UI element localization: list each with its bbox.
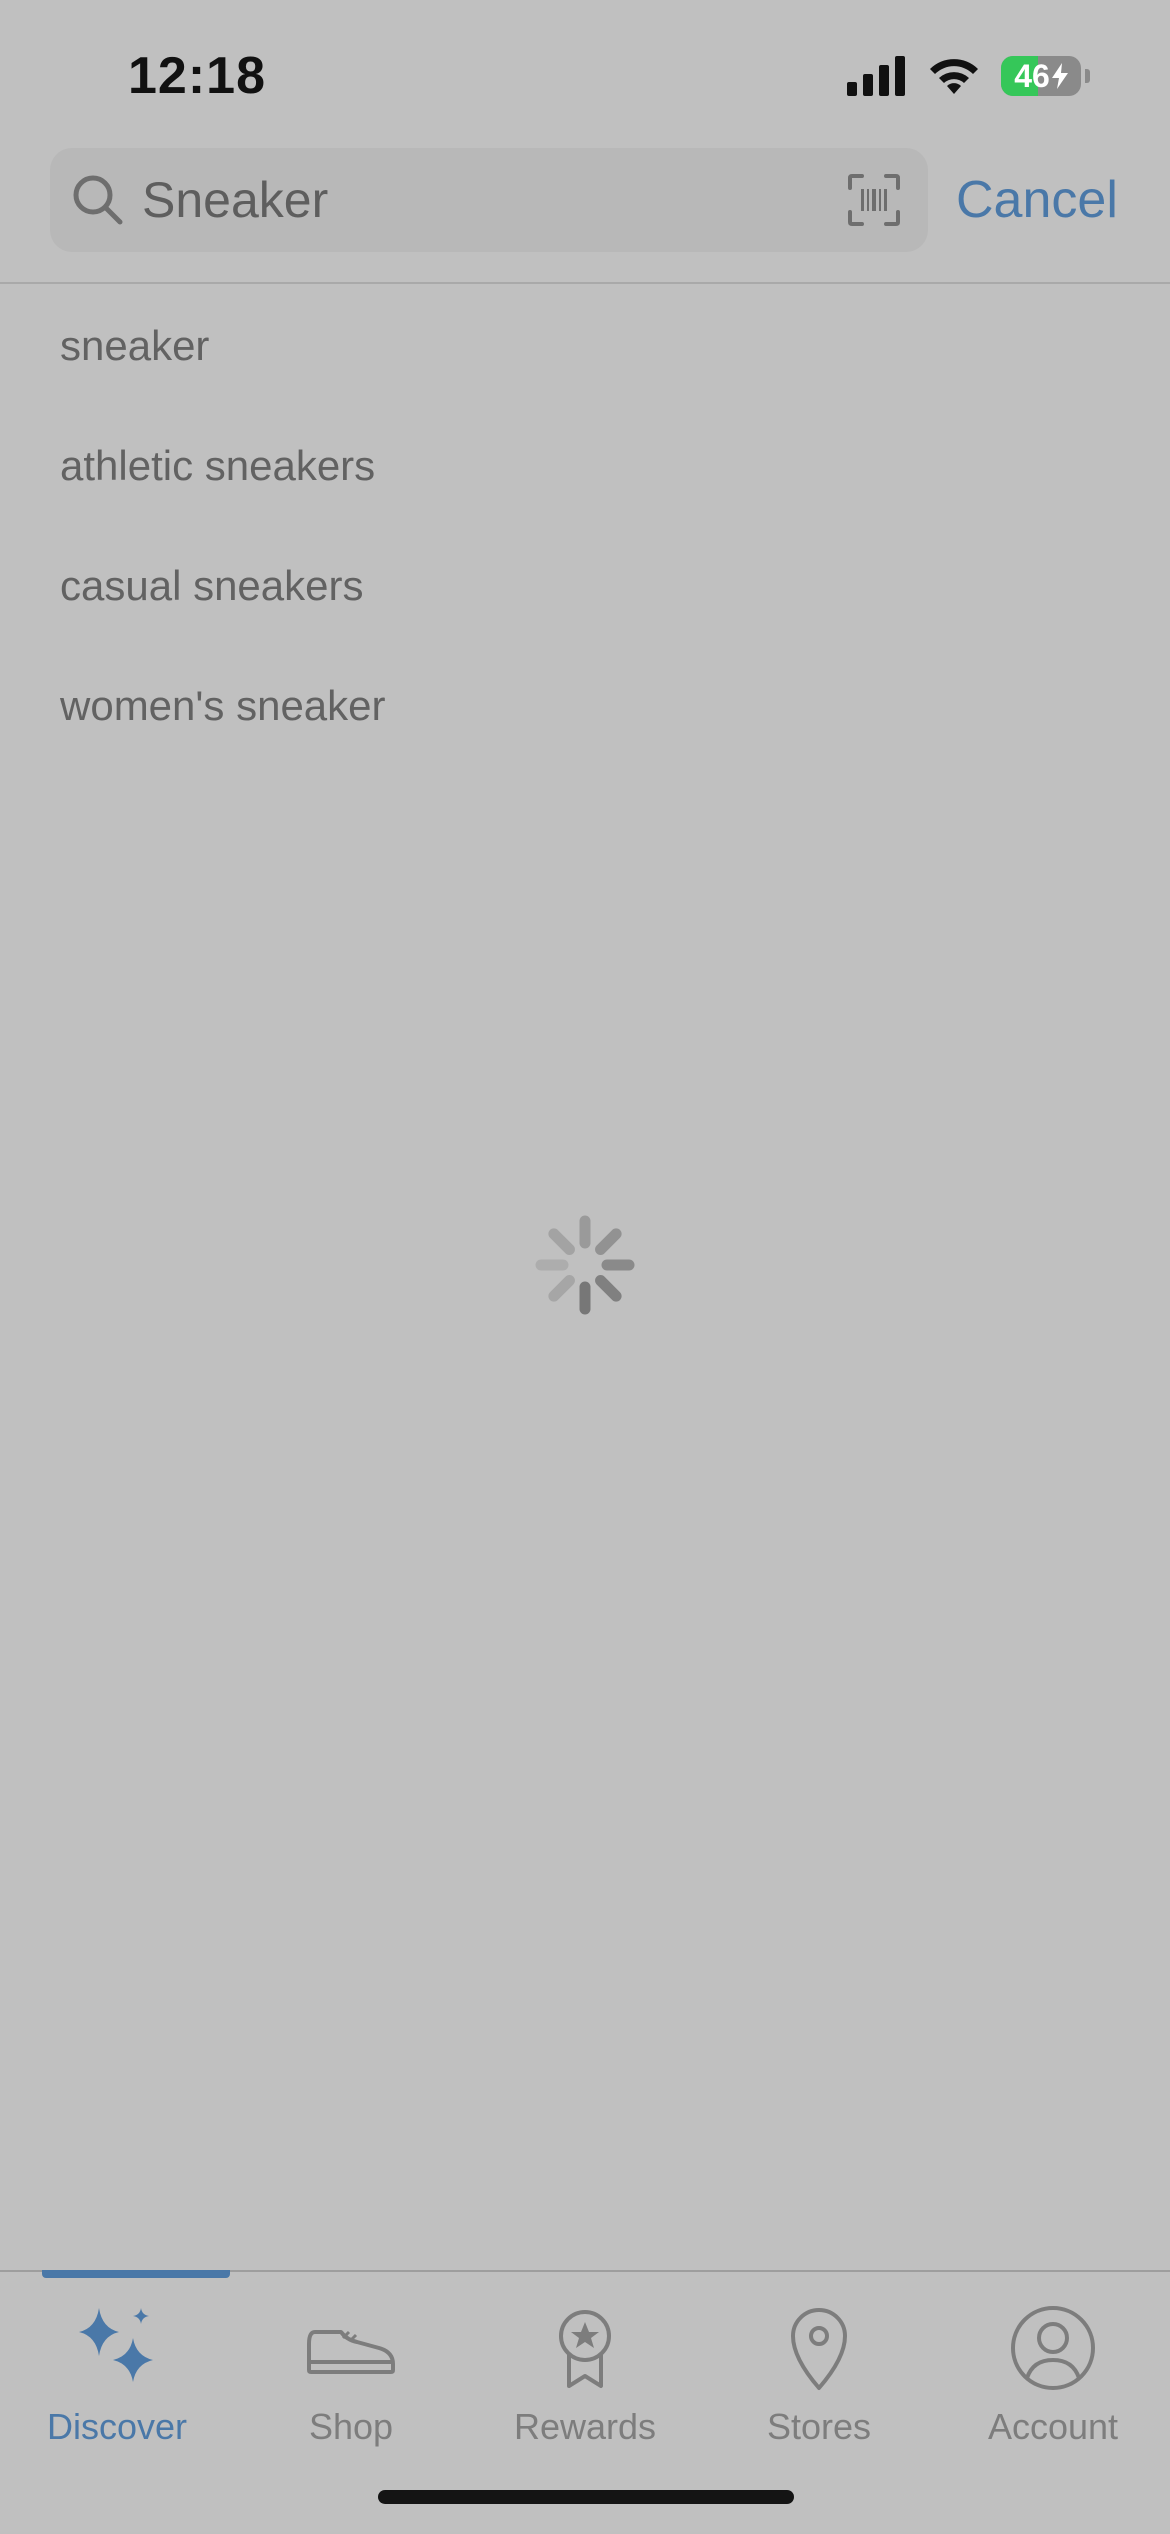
tab-label: Rewards <box>513 2406 657 2447</box>
charging-bolt-icon <box>1051 63 1068 89</box>
battery-nub <box>1085 69 1090 83</box>
suggestion-item[interactable]: sneaker <box>0 286 1170 406</box>
tab-account[interactable]: Account <box>936 2272 1170 2462</box>
status-icons: 46 <box>847 52 1090 100</box>
search-icon <box>73 175 123 225</box>
suggestion-item[interactable]: athletic sneakers <box>0 406 1170 526</box>
award-ribbon-icon <box>559 2310 611 2388</box>
sneaker-icon <box>307 2330 395 2374</box>
tab-discover[interactable]: Discover <box>0 2272 234 2462</box>
cancel-button[interactable]: Cancel <box>956 170 1118 230</box>
tab-label: Discover <box>46 2406 188 2447</box>
suggestion-item[interactable]: casual sneakers <box>0 526 1170 646</box>
tab-label: Stores <box>766 2406 872 2447</box>
location-pin-icon <box>791 2308 847 2390</box>
search-bar: Cancel <box>0 148 1170 282</box>
home-indicator <box>378 2490 794 2504</box>
suggestion-list: sneaker athletic sneakers casual sneaker… <box>0 286 1170 766</box>
tab-shop[interactable]: Shop <box>234 2272 468 2462</box>
sparkles-icon <box>79 2308 153 2382</box>
suggestion-item[interactable]: women's sneaker <box>0 646 1170 766</box>
divider <box>0 282 1170 284</box>
wifi-icon <box>930 59 978 94</box>
battery-level: 46 <box>1014 57 1050 94</box>
tab-stores[interactable]: Stores <box>702 2272 936 2462</box>
search-input[interactable] <box>142 162 862 238</box>
barcode-scan-icon[interactable] <box>846 172 902 228</box>
tab-label: Account <box>987 2406 1119 2447</box>
status-bar: 12:18 46 <box>0 0 1170 150</box>
tab-label: Shop <box>308 2406 394 2447</box>
search-box[interactable] <box>50 148 928 252</box>
cellular-signal-icon <box>847 56 905 96</box>
person-circle-icon <box>1011 2306 1095 2390</box>
status-time: 12:18 <box>128 47 266 105</box>
battery-indicator: 46 <box>1001 56 1081 96</box>
loading-spinner-icon <box>535 1215 635 1315</box>
tab-rewards[interactable]: Rewards <box>468 2272 702 2462</box>
